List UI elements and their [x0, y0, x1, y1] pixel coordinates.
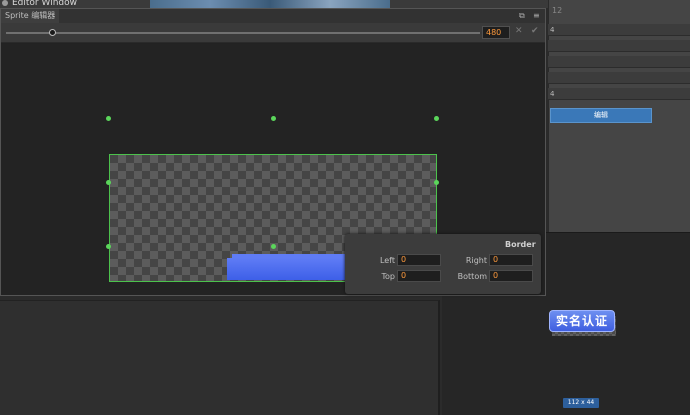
inspector-row[interactable]	[548, 40, 690, 52]
confirm-icon[interactable]: ✔	[531, 26, 539, 36]
zoom-slider[interactable]	[6, 32, 480, 34]
edit-button[interactable]: 编辑	[550, 108, 652, 123]
sprite-editor-window: Sprite 编辑器 ⧉ ≡ 480 ✕ ✔ Border Left 0 Rig…	[0, 8, 546, 296]
resize-handle-top-right[interactable]	[434, 116, 439, 121]
top-label: Top	[381, 272, 396, 281]
resize-handle-bottom-left[interactable]	[106, 244, 111, 249]
toolbar: 480 ✕ ✔	[1, 23, 545, 43]
left-field[interactable]: 0	[397, 254, 441, 266]
resize-handle-bottom[interactable]	[271, 244, 276, 249]
left-label: Left	[379, 256, 395, 265]
resize-handle-right[interactable]	[434, 180, 439, 185]
window-tab[interactable]: Sprite 编辑器	[1, 9, 59, 23]
border-title: Border	[505, 240, 536, 249]
resize-handle-top[interactable]	[271, 116, 276, 121]
inspector-row[interactable]	[548, 56, 690, 68]
window-icon	[2, 0, 8, 6]
menu-icon[interactable]: ≡	[533, 11, 543, 21]
size-label: 112 x 44	[563, 398, 599, 408]
top-field[interactable]: 0	[397, 270, 441, 282]
restore-icon[interactable]: ⧉	[519, 11, 529, 21]
zoom-input[interactable]: 480	[482, 26, 510, 39]
window-header: Sprite 编辑器 ⧉ ≡	[1, 9, 545, 23]
inspector-row[interactable]	[548, 72, 690, 84]
resize-handle-left[interactable]	[106, 180, 111, 185]
preview-badge: 实名认证	[549, 310, 615, 332]
inspector-row[interactable]: 4	[548, 88, 690, 100]
border-panel: Border Left 0 Right 0 Top 0 Bottom 0	[345, 234, 541, 294]
inspector-row[interactable]: 4	[548, 24, 690, 36]
resize-handle-top-left[interactable]	[106, 116, 111, 121]
right-field[interactable]: 0	[489, 254, 533, 266]
bottom-field[interactable]: 0	[489, 270, 533, 282]
inspector-label: 12	[552, 6, 563, 15]
clear-icon[interactable]: ✕	[515, 26, 523, 36]
thumbnail-strip	[150, 0, 390, 8]
bottom-label: Bottom	[457, 272, 487, 281]
zoom-slider-handle[interactable]	[49, 29, 57, 36]
background-window-title: Editor Window	[12, 0, 77, 8]
right-label: Right	[465, 256, 487, 265]
lower-left-panel	[0, 300, 440, 415]
sprite-canvas[interactable]: Border Left 0 Right 0 Top 0 Bottom 0	[1, 44, 545, 295]
